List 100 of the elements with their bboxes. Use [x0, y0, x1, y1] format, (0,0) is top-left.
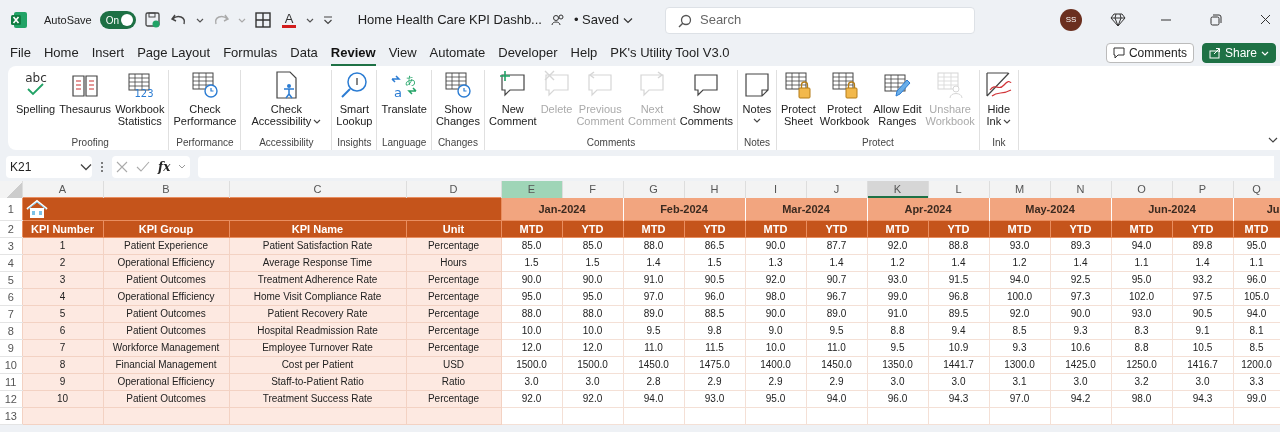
menu-tab[interactable]: View [388, 39, 417, 67]
column-header[interactable]: E [501, 181, 562, 198]
column-header[interactable]: M [989, 181, 1050, 198]
ribbon-button[interactable]: New Comment [486, 70, 539, 130]
group-label: Notes [743, 136, 771, 150]
group-label: Protect [862, 136, 894, 150]
menu-tab[interactable]: Developer [498, 39, 558, 67]
column-heading: MTD [745, 220, 806, 238]
group-label: Insights [337, 136, 372, 150]
column-heading: YTD [1050, 220, 1111, 238]
month-header: Jun-2024 [1111, 197, 1233, 221]
month-header: Jan-2024 [501, 197, 623, 221]
menu-tab[interactable]: File [10, 39, 31, 67]
column-header[interactable]: I [745, 181, 806, 198]
caret-icon[interactable] [178, 164, 187, 170]
menu-tab[interactable]: PK's Utility Tool V3.0 [610, 39, 730, 67]
ribbon-button[interactable]: abc Spelling [14, 70, 58, 130]
ribbon-button[interactable]: Protect Sheet [779, 70, 818, 130]
column-header[interactable]: J [806, 181, 867, 198]
column-header[interactable]: H [684, 181, 745, 198]
ribbon-button[interactable]: Thesaurus [57, 70, 114, 130]
column-header[interactable]: G [623, 181, 684, 198]
diamond-icon[interactable] [1110, 12, 1126, 28]
ribbon-button[interactable]: Allow Edit Ranges [871, 70, 924, 130]
group-label: Performance [176, 136, 234, 150]
table-clock-icon [442, 70, 473, 100]
column-heading: MTD [989, 220, 1050, 238]
column-header[interactable]: N [1050, 181, 1111, 198]
search-field[interactable]: Search [665, 6, 975, 34]
customize-icon[interactable] [321, 14, 334, 26]
menu-tab[interactable]: Insert [91, 39, 125, 67]
column-heading: MTD [1233, 220, 1280, 238]
group-label: Language [381, 136, 427, 150]
menu-tab[interactable]: Automate [429, 39, 486, 67]
group-label: Changes [437, 136, 478, 150]
share-icon [1208, 47, 1221, 59]
column-heading: YTD [928, 220, 989, 238]
ribbon-button[interactable]: Check Performance [171, 70, 239, 130]
save-status[interactable]: • Saved [573, 10, 633, 30]
ribbon-button[interactable]: 123 Workbook Statistics [113, 70, 167, 130]
column-heading: MTD [623, 220, 684, 238]
restore-icon[interactable] [1210, 14, 1222, 26]
ribbon-button[interactable]: Show Comments [677, 70, 735, 130]
column-header[interactable]: L [928, 181, 989, 198]
column-header[interactable]: D [406, 181, 501, 198]
caret-icon[interactable] [305, 16, 314, 24]
avatar[interactable]: SS [1060, 9, 1082, 31]
column-header[interactable]: A [22, 181, 103, 198]
menu-tab[interactable]: Page Layout [137, 39, 211, 67]
name-box[interactable]: K21 [6, 156, 92, 178]
table-lock-icon [783, 70, 814, 100]
ribbon-button[interactable]: Smart Lookup [334, 70, 375, 130]
group-label: Ink [992, 136, 1006, 150]
column-header[interactable]: F [562, 181, 623, 198]
column-header[interactable]: Q [1233, 181, 1280, 198]
row-number[interactable]: 1 [0, 197, 22, 221]
menu-tab[interactable]: Help [570, 39, 598, 67]
column-header[interactable]: B [103, 181, 229, 198]
save-icon[interactable] [143, 11, 162, 29]
note-icon [742, 70, 772, 100]
autosave-toggle[interactable]: On [99, 11, 136, 29]
column-heading: MTD [867, 220, 928, 238]
caret-icon[interactable] [195, 16, 204, 24]
borders-icon[interactable] [253, 11, 272, 29]
group-label: Comments [586, 136, 636, 150]
column-header[interactable]: O [1111, 181, 1172, 198]
ribbon-button[interactable]: a あ Translate [379, 70, 429, 130]
column-header[interactable]: C [229, 181, 406, 198]
comments-button[interactable]: Comments [1105, 43, 1194, 63]
excel-logo-icon[interactable] [10, 11, 28, 29]
ribbon-button[interactable]: Protect Workbook [817, 70, 872, 130]
home-icon[interactable] [25, 199, 48, 219]
column-header[interactable]: P [1172, 181, 1233, 198]
people-icon[interactable] [549, 12, 566, 28]
menu-tab[interactable]: Data [290, 39, 318, 67]
menu-tab[interactable]: Home [43, 39, 79, 67]
search-icon [678, 13, 692, 28]
table-person-icon [935, 70, 966, 100]
close-icon[interactable] [1260, 14, 1270, 26]
share-button[interactable]: Share [1201, 43, 1276, 63]
month-header: Apr-2024 [867, 197, 989, 221]
more-icon[interactable] [100, 161, 104, 173]
group-label: Proofing [71, 136, 109, 150]
ribbon-button[interactable]: Hide Ink [981, 70, 1016, 130]
caret-icon [1261, 49, 1269, 57]
ribbon-button[interactable]: Show Changes [433, 70, 482, 130]
menu-tab[interactable]: Formulas [223, 39, 278, 67]
ribbon-button[interactable]: Notes [740, 70, 774, 130]
table-lock-icon [829, 70, 860, 100]
column-header[interactable]: K [867, 181, 928, 198]
ribbon-button[interactable]: Check Accessibility [249, 70, 324, 130]
column-heading: YTD [562, 220, 623, 238]
column-heading: YTD [1172, 220, 1233, 238]
insert-function-button[interactable]: fx [158, 158, 171, 176]
collapse-ribbon-icon[interactable] [1268, 137, 1278, 144]
column-heading: YTD [684, 220, 745, 238]
autosave-label: AutoSave [44, 12, 92, 28]
magnifier-icon [339, 70, 370, 100]
table-clock-icon [189, 70, 220, 100]
month-header: Feb-2024 [623, 197, 745, 221]
